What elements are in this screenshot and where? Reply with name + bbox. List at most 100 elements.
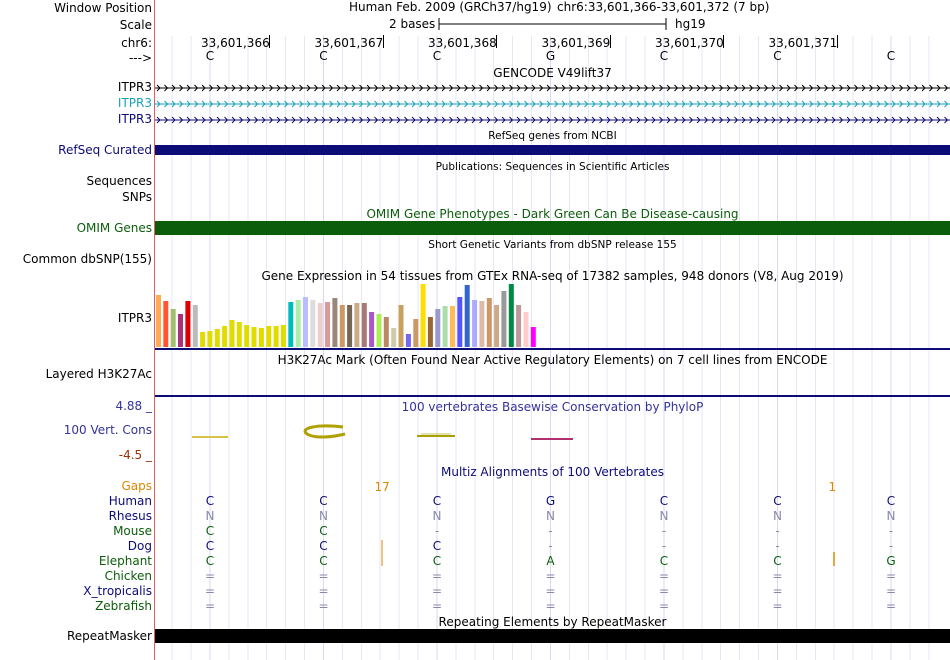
dbsnp-label[interactable]: Common dbSNP(155) (23, 252, 152, 266)
gtex-bar[interactable] (185, 301, 191, 347)
gtex-bar[interactable] (391, 328, 397, 347)
alignment-base: = (885, 584, 897, 598)
sequences-label[interactable]: Sequences (87, 174, 152, 188)
gaps-label: Gaps (121, 479, 152, 493)
gtex-bar[interactable] (486, 298, 492, 347)
gtex-bar[interactable] (325, 302, 330, 347)
h3k27ac-title: H3K27Ac Mark (Often Found Near Active Re… (277, 353, 828, 367)
repeatmasker-title: Repeating Elements by RepeatMasker (438, 615, 667, 629)
gtex-bar[interactable] (383, 317, 389, 347)
gtex-bar[interactable] (236, 322, 242, 347)
gtex-bar[interactable] (266, 326, 272, 347)
gtex-bar[interactable] (420, 284, 426, 347)
snps-label[interactable]: SNPs (122, 190, 152, 204)
gtex-bar[interactable] (450, 306, 455, 347)
species-label-chicken[interactable]: Chicken (105, 569, 152, 583)
gtex-bar[interactable] (427, 317, 433, 347)
gtex-label[interactable]: ITPR3 (118, 311, 152, 325)
species-label-zebrafish[interactable]: Zebrafish (95, 599, 152, 613)
alignment-base: = (431, 569, 443, 583)
gtex-bar[interactable] (442, 306, 448, 347)
gtex-bar[interactable] (516, 305, 522, 347)
gtex-bar[interactable] (303, 297, 308, 347)
gtex-bar[interactable] (229, 320, 235, 347)
coordinate-tick (836, 35, 838, 48)
gtex-bar[interactable] (163, 301, 169, 347)
species-label-x_tropicalis[interactable]: X_tropicalis (83, 584, 152, 598)
gtex-bar[interactable] (251, 327, 257, 347)
gtex-bar[interactable] (354, 303, 360, 347)
alignment-base: C (886, 494, 896, 508)
cons-label[interactable]: 100 Vert. Cons (64, 423, 152, 437)
species-label-rhesus[interactable]: Rhesus (109, 509, 152, 523)
gencode-transcripts[interactable] (155, 80, 950, 126)
insertion-marks (381, 540, 835, 566)
gtex-bar[interactable] (464, 285, 470, 347)
gtex-bar[interactable] (258, 328, 264, 347)
gtex-bar[interactable] (192, 305, 198, 347)
gtex-bar[interactable] (523, 312, 529, 347)
gtex-bar[interactable] (310, 300, 316, 347)
gtex-bar[interactable] (339, 305, 345, 347)
gtex-bar[interactable] (508, 284, 514, 347)
gtex-bar[interactable] (214, 329, 220, 347)
species-label-mouse[interactable]: Mouse (113, 524, 152, 538)
coordinate-label: 33,601,370 (655, 36, 724, 50)
gtex-bar[interactable] (288, 302, 294, 347)
gencode-label-1[interactable]: ITPR3 (118, 80, 152, 94)
gtex-bar[interactable] (244, 325, 250, 347)
gtex-bar[interactable] (369, 312, 375, 347)
gtex-bar-chart[interactable] (155, 283, 950, 349)
gencode-label-3[interactable]: ITPR3 (118, 112, 152, 126)
gtex-bar[interactable] (501, 291, 507, 347)
gtex-bar[interactable] (472, 300, 478, 347)
gtex-bar[interactable] (494, 305, 500, 347)
alignment-base: = (772, 599, 783, 613)
repeatmasker-label[interactable]: RepeatMasker (67, 629, 152, 643)
gtex-bar[interactable] (479, 301, 485, 347)
reference-base: C (432, 49, 442, 63)
coordinate-label: 33,601,368 (428, 36, 497, 50)
gtex-bar[interactable] (317, 303, 323, 347)
species-label-dog[interactable]: Dog (128, 539, 152, 553)
gtex-bar[interactable] (405, 334, 411, 347)
gtex-bar[interactable] (170, 309, 176, 347)
gtex-bar[interactable] (200, 332, 206, 347)
publications-title: Publications: Sequences in Scientific Ar… (435, 161, 670, 173)
browser-track-area[interactable]: Human Feb. 2009 (GRCh37/hg19) chr6:33,60… (155, 0, 950, 660)
direction-label: ---> (128, 51, 152, 65)
db-text: hg19 (675, 17, 706, 31)
gtex-bar[interactable] (530, 327, 536, 347)
gtex-bar[interactable] (156, 295, 161, 347)
species-label-elephant[interactable]: Elephant (99, 554, 152, 568)
gtex-bar[interactable] (347, 305, 353, 347)
omim-label[interactable]: OMIM Genes (77, 221, 152, 235)
gencode-label-2[interactable]: ITPR3 (118, 96, 152, 110)
species-label-human[interactable]: Human (109, 494, 152, 508)
gtex-bar[interactable] (273, 326, 279, 347)
refseq-gene-bar[interactable] (155, 145, 950, 155)
gtex-bar[interactable] (207, 331, 213, 347)
repeatmasker-bar[interactable] (155, 629, 950, 643)
gtex-bar[interactable] (332, 298, 338, 347)
gtex-bar[interactable] (295, 300, 301, 347)
gtex-bar[interactable] (413, 319, 419, 347)
dbsnp-title: Short Genetic Variants from dbSNP releas… (428, 239, 677, 251)
scale-text: 2 bases (389, 17, 436, 31)
gtex-bar[interactable] (376, 314, 382, 347)
conservation-marks (192, 424, 573, 440)
gtex-bar[interactable] (457, 297, 463, 347)
omim-gene-bar[interactable] (155, 221, 950, 235)
gtex-bar[interactable] (222, 326, 228, 347)
alignment-base: = (431, 584, 443, 598)
alignment-base: G (545, 494, 556, 508)
refseq-label[interactable]: RefSeq Curated (58, 143, 152, 157)
h3k27ac-label[interactable]: Layered H3K27Ac (46, 367, 152, 381)
gtex-bar[interactable] (280, 325, 286, 347)
gencode-transcript-line (155, 84, 950, 92)
gtex-bar[interactable] (398, 305, 404, 347)
alignment-base: C (773, 494, 782, 508)
gtex-bar[interactable] (178, 314, 183, 347)
gtex-bar[interactable] (435, 309, 441, 347)
gtex-bar[interactable] (361, 303, 367, 347)
